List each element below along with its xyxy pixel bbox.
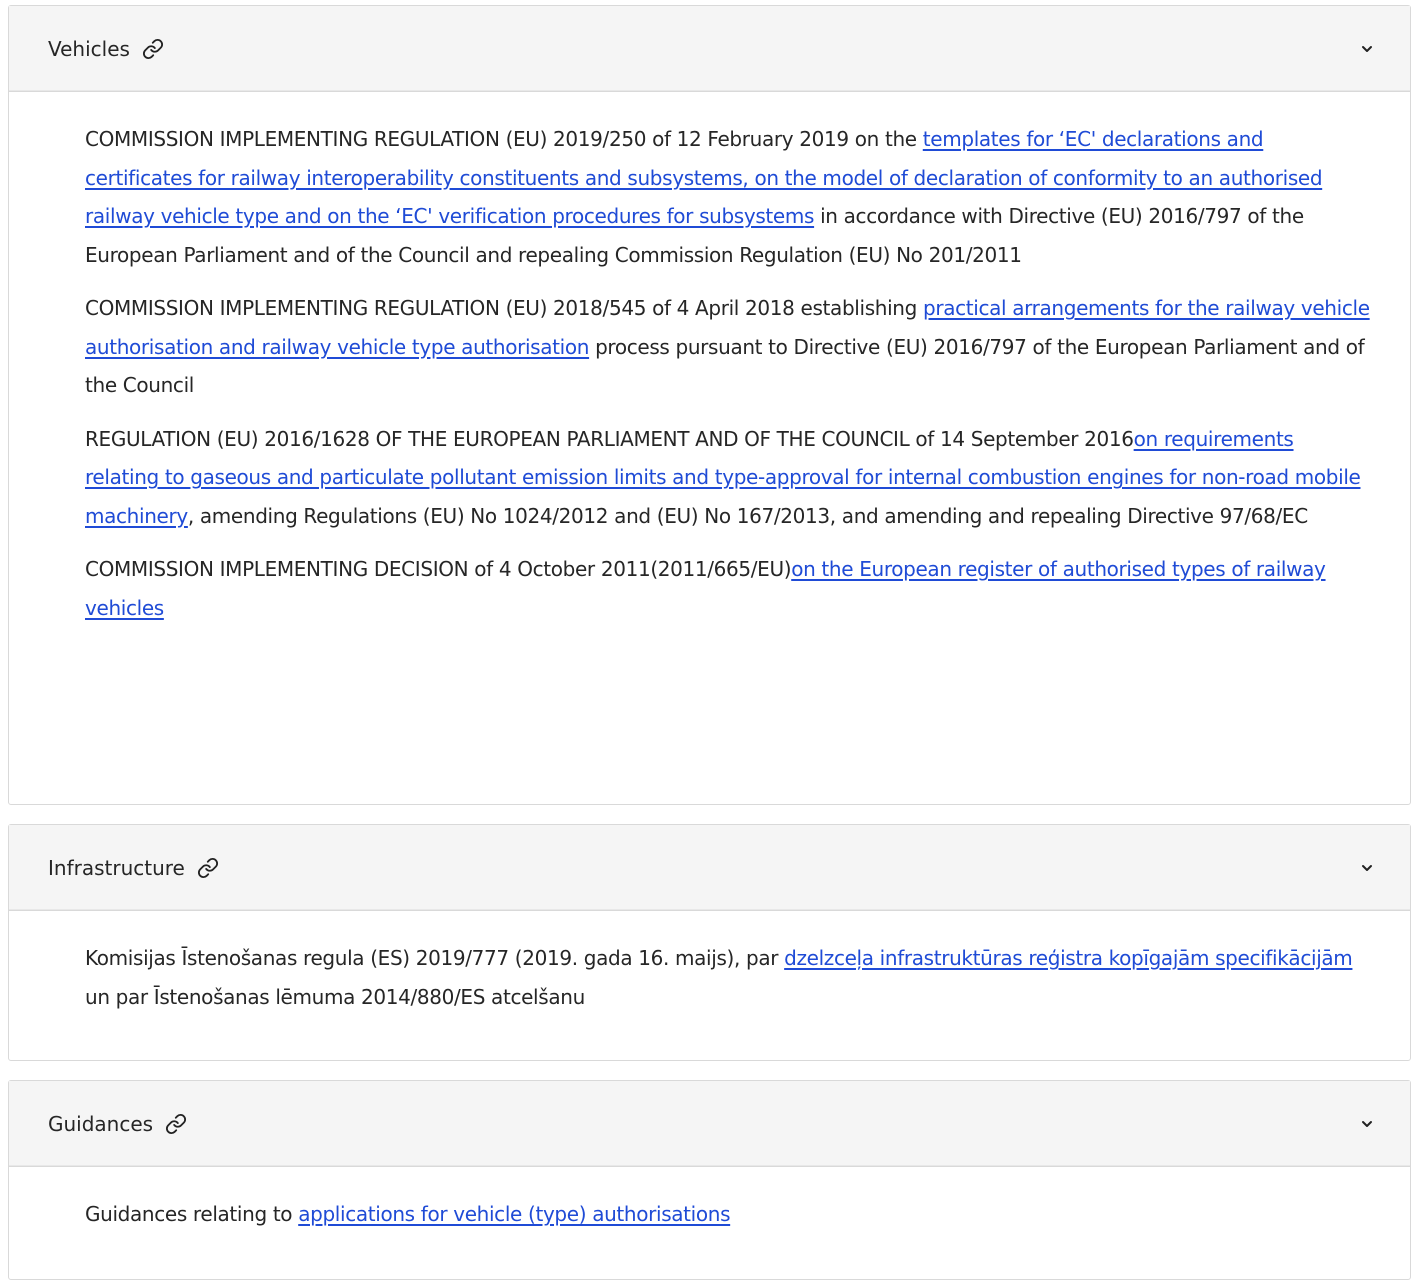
chevron-down-icon[interactable] (1360, 861, 1374, 875)
accordion-vehicles: Vehicles COMMISSION IMPLEMENTING REGULAT… (8, 5, 1411, 805)
paragraph-text: Guidances relating to (85, 1202, 299, 1226)
paragraph-text: COMMISSION IMPLEMENTING REGULATION (EU) … (85, 127, 923, 151)
accordion-body-guidances: Guidances relating to applications for v… (9, 1167, 1410, 1234)
paragraph-text: Komisijas Īstenošanas regula (ES) 2019/7… (85, 946, 785, 970)
regulation-paragraph: Komisijas Īstenošanas regula (ES) 2019/7… (85, 939, 1370, 1016)
accordion-header-infrastructure[interactable]: Infrastructure (9, 825, 1410, 911)
paragraph-text: , amending Regulations (EU) No 1024/2012… (187, 503, 1308, 528)
section-title: Vehicles (48, 36, 130, 61)
regulation-paragraph: COMMISSION IMPLEMENTING REGULATION (EU) … (85, 289, 1370, 405)
link-icon[interactable] (165, 1113, 187, 1135)
regulation-paragraph: COMMISSION IMPLEMENTING DECISION of 4 Oc… (85, 550, 1370, 627)
accordion-body-infrastructure: Komisijas Īstenošanas regula (ES) 2019/7… (9, 911, 1410, 1016)
accordion-guidances: Guidances Guidances relating to applicat… (8, 1080, 1411, 1280)
link-icon[interactable] (142, 38, 164, 60)
chevron-down-icon[interactable] (1360, 1117, 1374, 1131)
regulation-paragraph: COMMISSION IMPLEMENTING REGULATION (EU) … (85, 120, 1370, 274)
chevron-down-icon[interactable] (1360, 42, 1374, 56)
regulation-paragraph: REGULATION (EU) 2016/1628 OF THE EUROPEA… (85, 420, 1370, 536)
accordion-header-vehicles[interactable]: Vehicles (9, 6, 1410, 92)
paragraph-text: COMMISSION IMPLEMENTING DECISION of 4 Oc… (85, 557, 792, 581)
paragraph-text: un par Īstenošanas lēmuma 2014/880/ES at… (85, 984, 585, 1009)
paragraph-text: COMMISSION IMPLEMENTING REGULATION (EU) … (85, 296, 923, 320)
paragraph-text: REGULATION (EU) 2016/1628 OF THE EUROPEA… (85, 426, 1134, 451)
link-icon[interactable] (197, 857, 219, 879)
accordion-body-vehicles: COMMISSION IMPLEMENTING REGULATION (EU) … (9, 92, 1410, 627)
accordion-header-guidances[interactable]: Guidances (9, 1081, 1410, 1167)
accordion-infrastructure: Infrastructure Komisijas Īstenošanas reg… (8, 824, 1411, 1061)
section-title: Infrastructure (48, 855, 185, 880)
regulation-paragraph: Guidances relating to applications for v… (85, 1195, 1370, 1234)
document-link[interactable]: dzelzceļa infrastruktūras reģistra kopīg… (784, 946, 1353, 970)
document-link[interactable]: applications for vehicle (type) authoris… (298, 1202, 730, 1226)
section-title: Guidances (48, 1111, 154, 1136)
